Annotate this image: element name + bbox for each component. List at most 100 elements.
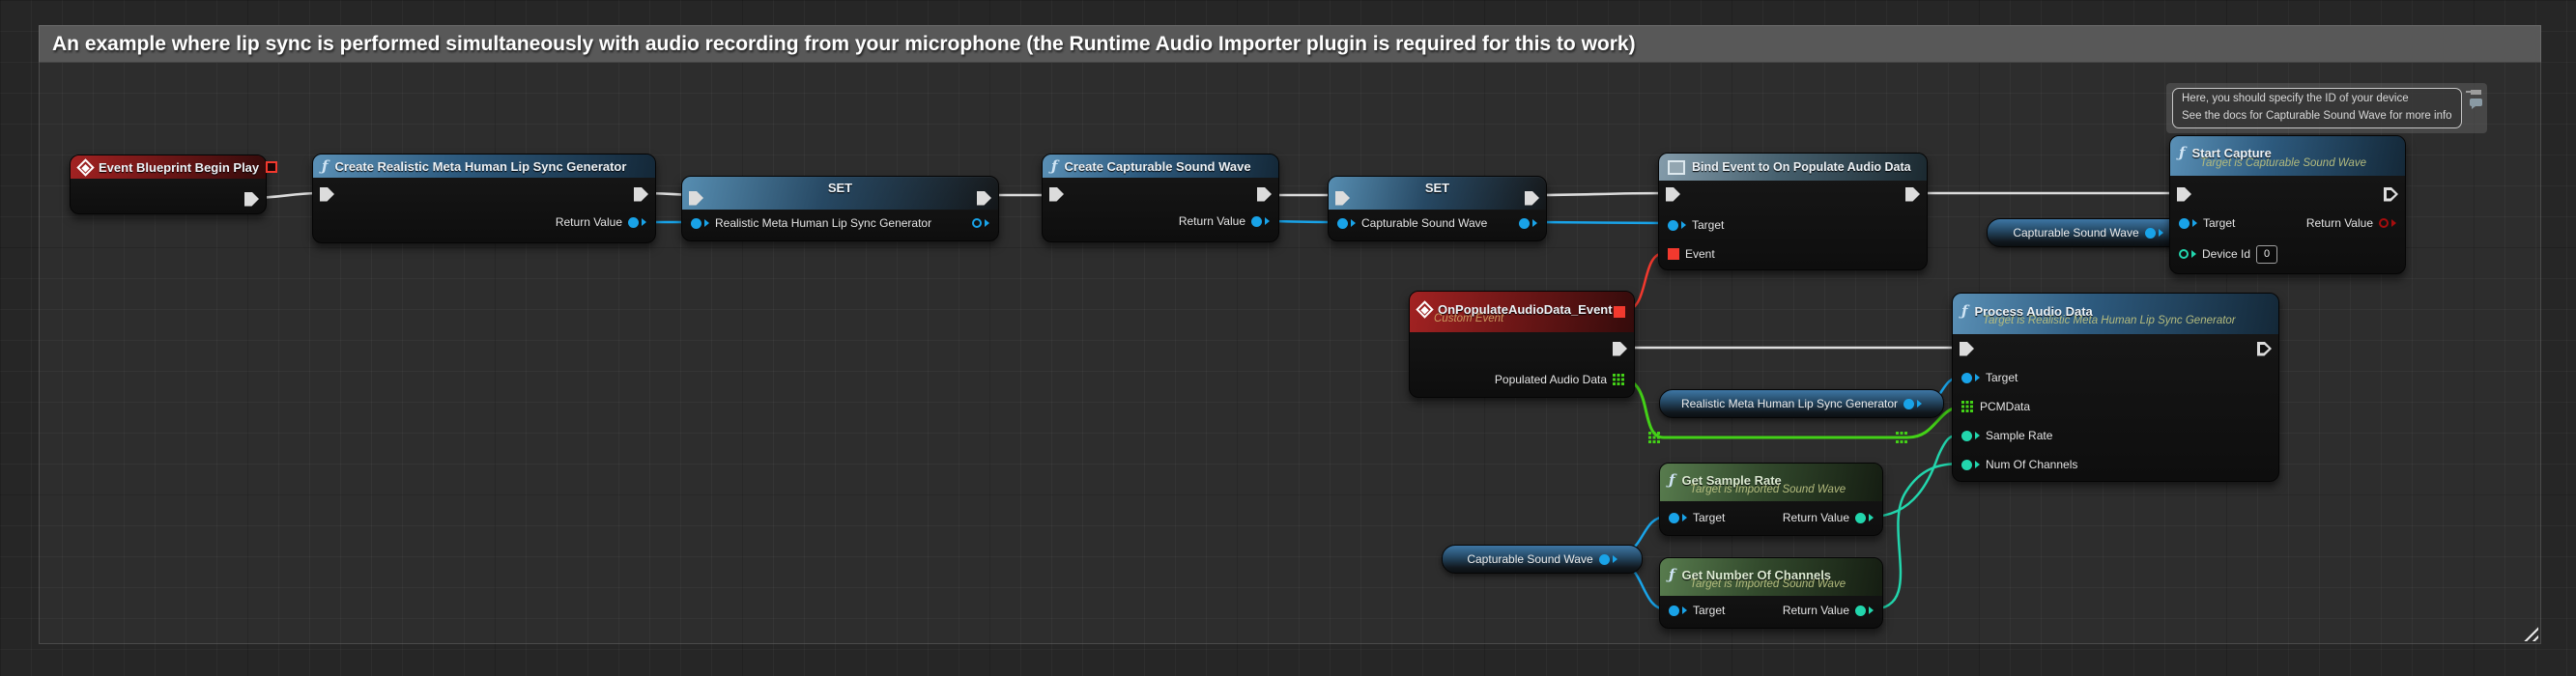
exec-in-pin[interactable] (320, 187, 334, 202)
node-set-capturable-sound-wave[interactable]: SET Capturable Sound Wave (1328, 176, 1547, 241)
node-create-lip-sync-generator[interactable]: ƒ Create Realistic Meta Human Lip Sync G… (312, 154, 656, 243)
exec-out-pin[interactable] (1525, 191, 1539, 206)
target-pin-row[interactable]: Target (1961, 368, 2018, 387)
variable-in-pin[interactable] (691, 218, 701, 229)
array-in-pin[interactable] (1961, 401, 1974, 413)
pin-label: Target (1692, 218, 1724, 232)
pcm-data-pin-row[interactable]: PCMData (1961, 397, 2030, 416)
array-reroute-knot[interactable] (1896, 432, 1908, 444)
return-value-pin[interactable] (1855, 513, 1866, 523)
node-process-audio-data[interactable]: ƒ Process Audio Data Target is Realistic… (1952, 293, 2279, 482)
target-pin-row[interactable]: Target (1669, 601, 1725, 620)
exec-in-pin[interactable] (2177, 187, 2191, 202)
pin-label: Target (1693, 604, 1725, 617)
exec-in-pin[interactable] (1049, 187, 1064, 202)
return-value-pin-row[interactable]: Return Value (2306, 213, 2396, 233)
event-icon (76, 158, 94, 176)
array-out-pin[interactable] (1613, 374, 1625, 386)
output-pin[interactable] (1903, 399, 1914, 409)
exec-out-pin[interactable] (634, 187, 648, 202)
return-value-pin-row[interactable]: Return Value (1179, 211, 1270, 231)
getter-label: Realistic Meta Human Lip Sync Generator (1681, 397, 1898, 410)
output-pin[interactable] (1599, 554, 1610, 565)
sample-rate-pin[interactable] (1961, 431, 1972, 441)
pin-chevron (2192, 219, 2197, 227)
node-get-sample-rate[interactable]: ƒ Get Sample Rate Target is Imported Sou… (1659, 463, 1883, 536)
return-value-pin[interactable] (2379, 218, 2389, 228)
pin-label: Capturable Sound Wave (1361, 216, 1487, 230)
variable-out-pin[interactable] (1519, 218, 1530, 229)
target-pin[interactable] (1668, 220, 1678, 231)
target-pin[interactable] (1669, 606, 1679, 616)
exec-in-pin[interactable] (1666, 187, 1680, 202)
node-bind-event[interactable]: Bind Event to On Populate Audio Data Tar… (1658, 153, 1928, 270)
node-subtitle: Target is Imported Sound Wave (1690, 578, 1874, 590)
num-channels-pin-row[interactable]: Num Of Channels (1961, 455, 2077, 474)
node-start-capture[interactable]: ƒ Start Capture Target is Capturable Sou… (2169, 135, 2406, 274)
getter-capturable-sound-wave[interactable]: Capturable Sound Wave (1442, 545, 1643, 574)
target-pin-row[interactable]: Target (1669, 508, 1725, 527)
node-comment-bubble[interactable]: Here, you should specify the ID of your … (2166, 83, 2487, 133)
pin-label: Target (1693, 511, 1725, 524)
return-value-pin-row[interactable]: Return Value (556, 212, 646, 232)
exec-out-pin[interactable] (2257, 342, 2272, 356)
target-pin[interactable] (1669, 513, 1679, 523)
target-pin-row[interactable]: Target (1668, 215, 1724, 235)
device-id-pin-row[interactable]: Device Id 0 (2179, 244, 2277, 264)
variable-in-pin-row[interactable]: Realistic Meta Human Lip Sync Generator (691, 213, 931, 233)
device-id-pin[interactable] (2179, 249, 2189, 259)
device-id-input[interactable]: 0 (2256, 245, 2277, 264)
pin-chevron (1917, 400, 1922, 408)
blueprint-graph[interactable]: An example where lip sync is performed s… (0, 0, 2576, 676)
return-value-pin-row[interactable]: Return Value (1783, 508, 1874, 527)
exec-out-pin[interactable] (244, 192, 259, 207)
return-value-pin[interactable] (628, 217, 639, 228)
pin-label: Return Value (1783, 511, 1849, 524)
getter-capturable-sound-wave[interactable]: Capturable Sound Wave (1987, 218, 2190, 247)
return-value-pin[interactable] (1251, 216, 1262, 227)
node-set-lip-sync-generator[interactable]: SET Realistic Meta Human Lip Sync Genera… (681, 176, 999, 241)
variable-out-pin-row[interactable] (972, 213, 989, 233)
target-pin[interactable] (2179, 218, 2190, 229)
node-event-begin-play[interactable]: Event Blueprint Begin Play (70, 155, 267, 214)
sample-rate-pin-row[interactable]: Sample Rate (1961, 426, 2052, 445)
delegate-out-pin[interactable] (1614, 306, 1625, 318)
comment-bubble-icon[interactable] (2470, 99, 2482, 106)
exec-in-pin[interactable] (689, 191, 703, 206)
event-delegate-pin[interactable] (1668, 248, 1679, 260)
pin-label: Sample Rate (1986, 429, 2052, 442)
node-create-capturable-sound-wave[interactable]: ƒ Create Capturable Sound Wave Return Va… (1042, 154, 1279, 242)
exec-out-pin[interactable] (1905, 187, 1920, 202)
getter-lip-sync-generator[interactable]: Realistic Meta Human Lip Sync Generator (1659, 389, 1944, 418)
node-title: Get Number Of Channels (1681, 568, 1831, 582)
target-pin-row[interactable]: Target (2179, 213, 2235, 233)
variable-out-pin[interactable] (972, 218, 982, 228)
pin-bubble-icon[interactable] (2471, 90, 2481, 95)
return-value-pin[interactable] (1855, 606, 1866, 616)
pin-chevron (1351, 219, 1356, 227)
node-get-number-of-channels[interactable]: ƒ Get Number Of Channels Target is Impor… (1659, 557, 1883, 629)
exec-in-pin[interactable] (1335, 191, 1350, 206)
getter-label: Capturable Sound Wave (1467, 552, 1592, 566)
array-reroute-knot[interactable] (1648, 432, 1661, 444)
delegate-pin[interactable] (266, 161, 277, 173)
exec-out-pin[interactable] (1613, 342, 1627, 356)
output-pin[interactable] (2145, 228, 2156, 239)
variable-out-pin-row[interactable] (1519, 213, 1537, 233)
function-icon: ƒ (1051, 159, 1057, 174)
pin-chevron (1869, 606, 1874, 614)
target-pin[interactable] (1961, 373, 1972, 383)
event-pin-row[interactable]: Event (1668, 244, 1715, 264)
getter-label: Capturable Sound Wave (2013, 226, 2138, 239)
exec-out-pin[interactable] (1257, 187, 1272, 202)
variable-in-pin-row[interactable]: Capturable Sound Wave (1337, 213, 1487, 233)
populated-audio-data-pin-row[interactable]: Populated Audio Data (1495, 370, 1625, 389)
exec-out-pin[interactable] (977, 191, 991, 206)
exec-in-pin[interactable] (1960, 342, 1974, 356)
node-subtitle: Target is Realistic Meta Human Lip Sync … (1983, 315, 2270, 326)
variable-in-pin[interactable] (1337, 218, 1348, 229)
node-custom-event[interactable]: OnPopulateAudioData_Event Custom Event P… (1409, 291, 1635, 398)
return-value-pin-row[interactable]: Return Value (1783, 601, 1874, 620)
exec-out-pin[interactable] (2384, 187, 2398, 202)
num-channels-pin[interactable] (1961, 460, 1972, 470)
